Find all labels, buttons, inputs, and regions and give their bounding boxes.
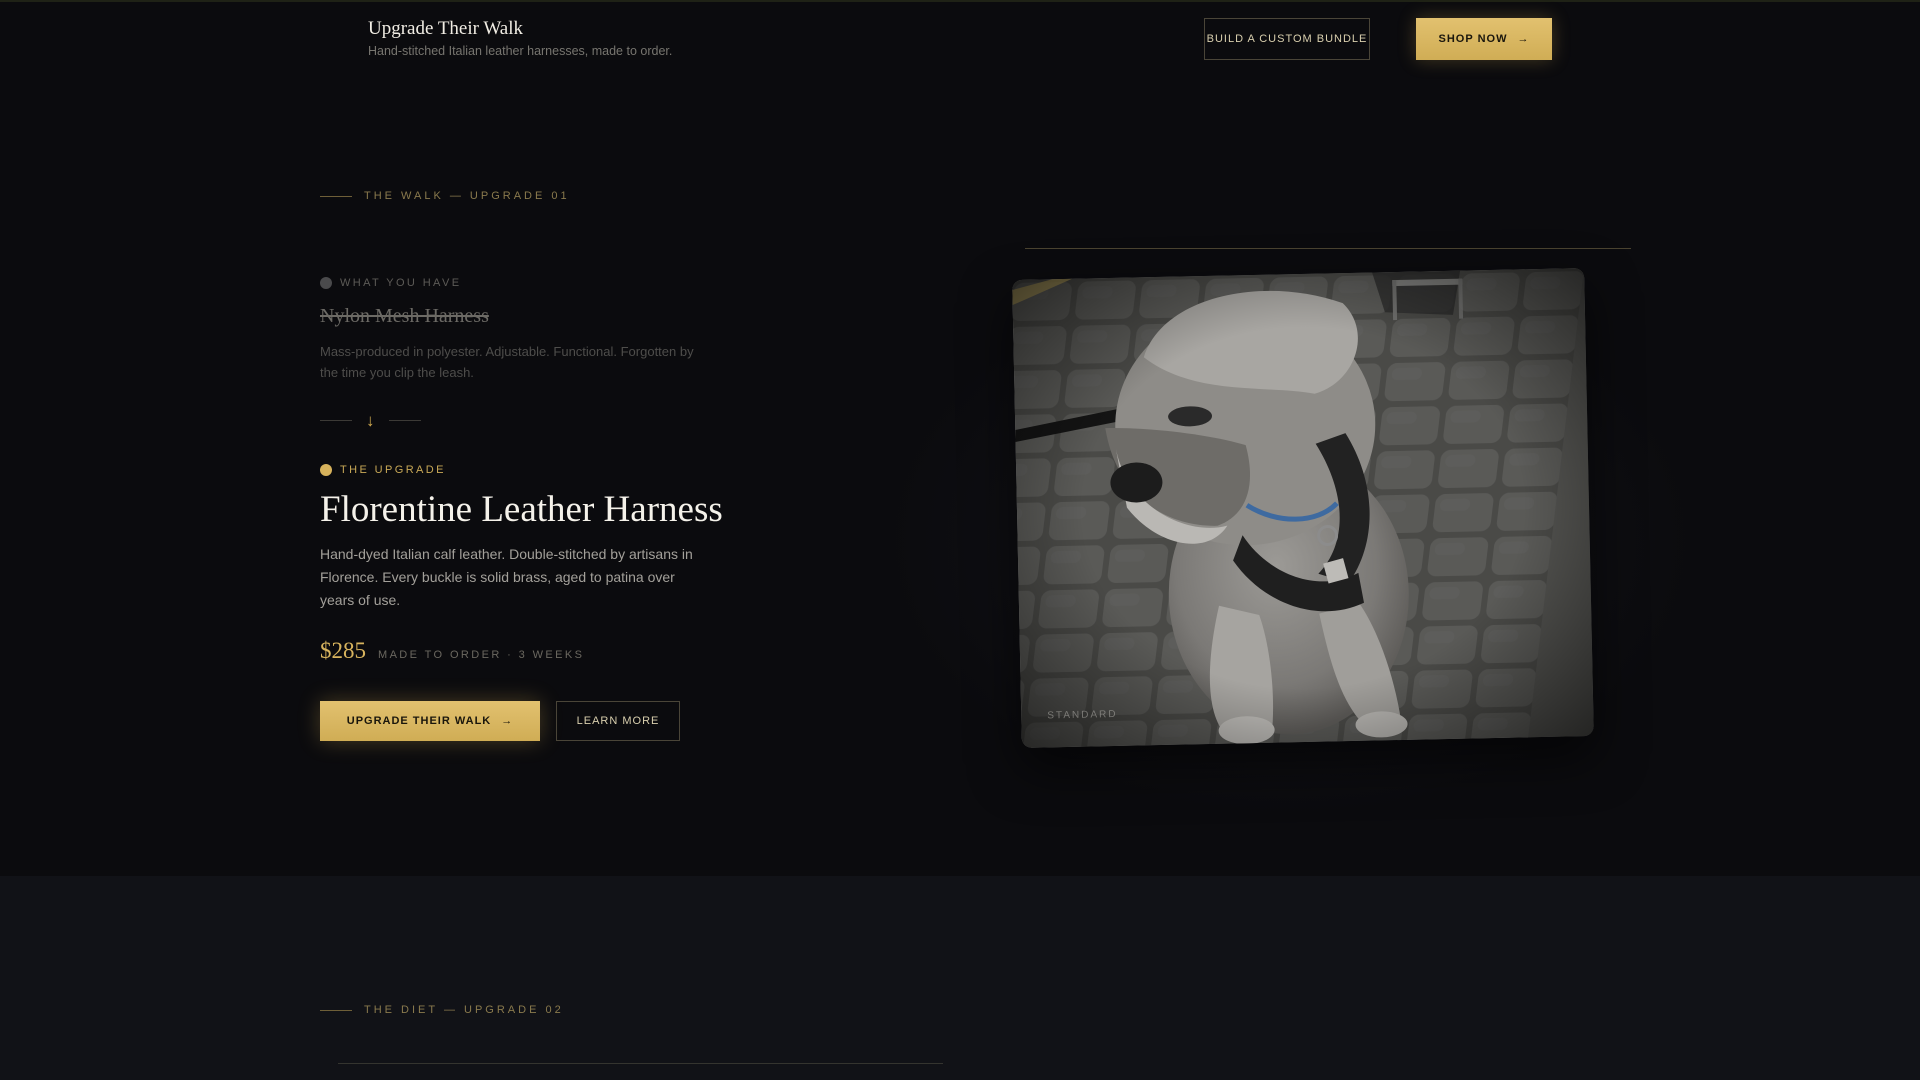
- photo-caption: STANDARD: [1047, 708, 1118, 722]
- build-custom-bundle-button[interactable]: BUILD A CUSTOM BUNDLE: [1204, 18, 1370, 60]
- upgrade-label-text: THE UPGRADE: [340, 464, 446, 476]
- arrow-down-icon: ↓: [366, 411, 375, 430]
- shop-now-button[interactable]: SHOP NOW →: [1416, 18, 1552, 60]
- upgrade-product-name: Florentine Leather Harness: [320, 489, 723, 530]
- learn-more-button[interactable]: LEARN MORE: [556, 701, 680, 741]
- learn-more-label: LEARN MORE: [576, 715, 660, 727]
- eyebrow-dash: [320, 1009, 352, 1011]
- comparison-divider: ↓: [320, 412, 421, 429]
- shop-now-label: SHOP NOW: [1438, 33, 1508, 45]
- eyebrow-dash: [320, 195, 352, 197]
- upgrade-button-label: UPGRADE THEIR WALK: [346, 715, 492, 727]
- upgrade-their-walk-button[interactable]: UPGRADE THEIR WALK →: [320, 701, 540, 741]
- price-note: MADE TO ORDER · 3 WEEKS: [378, 649, 585, 661]
- dog-photo-illustration: [1012, 268, 1594, 748]
- current-product-description: Mass-produced in polyester. Adjustable. …: [320, 344, 694, 380]
- divider-line: [320, 420, 352, 421]
- current-product-label: WHAT YOU HAVE: [320, 277, 461, 289]
- section2-image-rule: [338, 1063, 943, 1064]
- site-header: Upgrade Their Walk Hand-stitched Italian…: [0, 2, 1920, 76]
- upgrade-section-diet: THE DIET — UPGRADE 02: [0, 876, 1920, 1080]
- section-eyebrow: THE WALK — UPGRADE 01: [320, 190, 570, 202]
- build-custom-bundle-label: BUILD A CUSTOM BUNDLE: [1206, 33, 1368, 45]
- divider-line: [388, 420, 421, 421]
- gold-dot-icon: [320, 464, 332, 476]
- section-eyebrow: THE DIET — UPGRADE 02: [320, 1004, 564, 1016]
- brand-title[interactable]: Upgrade Their Walk: [368, 18, 523, 40]
- arrow-right-icon: →: [501, 715, 514, 727]
- brand-tagline: Hand-stitched Italian leather harnesses,…: [368, 44, 673, 58]
- upgrade-product-description: Hand-dyed Italian calf leather. Double-s…: [320, 546, 693, 608]
- upgrade-product-label: THE UPGRADE: [320, 464, 446, 476]
- product-photo: STANDARD: [1012, 268, 1594, 748]
- eyebrow-text: THE WALK — UPGRADE 01: [364, 190, 570, 202]
- current-label-text: WHAT YOU HAVE: [340, 277, 462, 289]
- grey-dot-icon: [320, 277, 332, 289]
- price: $285: [320, 638, 366, 663]
- current-product-name: Nylon Mesh Harness: [320, 305, 489, 327]
- eyebrow-text: THE DIET — UPGRADE 02: [364, 1004, 564, 1016]
- image-top-rule: [1025, 248, 1631, 249]
- arrow-right-icon: →: [1517, 33, 1530, 45]
- price-row: $285 MADE TO ORDER · 3 WEEKS: [320, 638, 584, 664]
